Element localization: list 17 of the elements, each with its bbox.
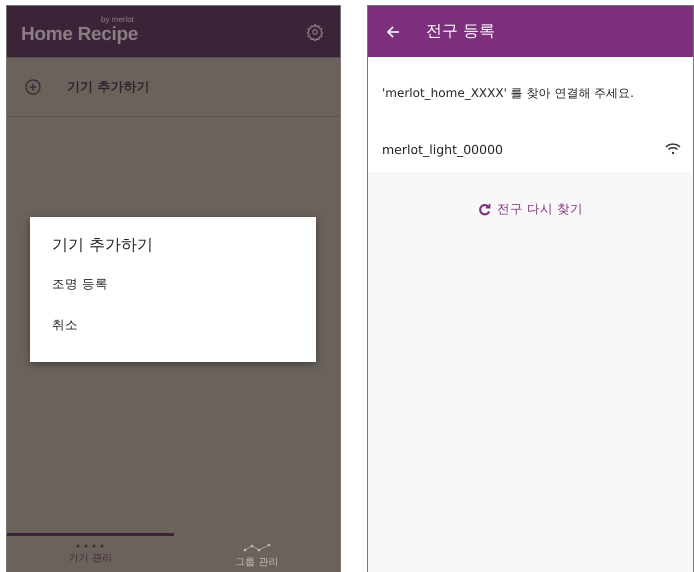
add-icon[interactable] [25,79,41,95]
refresh-icon [478,203,492,216]
dialog-title: 기기 추가하기 [52,235,154,256]
rescan-button[interactable]: 전구 다시 찾기 [472,200,589,219]
dialog-option[interactable]: 조명 등록 [52,276,294,293]
network-row[interactable]: merlot_light_00000 [368,126,693,172]
network-name: merlot_light_00000 [382,142,503,156]
dialog-option[interactable]: 취소 [52,317,294,334]
wifi-icon [665,143,681,155]
instruction-text: 'merlot_home_XXXX' 를 찾아 연결해 주세요. [368,57,693,126]
dots-icon [76,544,104,548]
app-logo: Home Recipe [21,24,138,46]
settings-icon[interactable] [306,22,324,40]
logo-tagline: by merlot [101,14,134,24]
line-graph-icon [242,544,271,552]
screen-title: 전구 등록 [426,21,496,42]
back-arrow-icon[interactable] [386,24,400,38]
